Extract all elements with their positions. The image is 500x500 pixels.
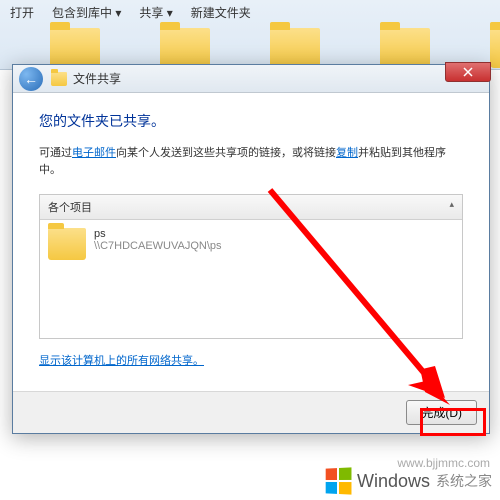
collapse-icon: ▴ — [449, 199, 454, 215]
close-icon — [463, 67, 473, 77]
dialog-body: 您的文件夹已共享。 可通过电子邮件向某个人发送到这些共享项的链接，或将链接复制并… — [13, 93, 489, 379]
background-folders — [50, 28, 500, 68]
items-header[interactable]: 各个项目 ▴ — [40, 195, 462, 220]
list-item[interactable]: ps \\C7HDCAEWUVAJQN\ps — [40, 220, 462, 268]
close-button[interactable] — [445, 62, 491, 82]
dialog-title: 文件共享 — [73, 70, 121, 87]
item-text: ps \\C7HDCAEWUVAJQN\ps — [94, 228, 222, 252]
folder-icon — [270, 28, 320, 68]
done-button[interactable]: 完成(D) — [406, 400, 477, 425]
watermark: Windows 系统之家 — [325, 468, 492, 494]
toolbar-share[interactable]: 共享 ▾ — [139, 4, 172, 21]
folder-icon — [160, 28, 210, 68]
toolbar-newfolder[interactable]: 新建文件夹 — [191, 4, 251, 21]
file-sharing-dialog: ← 文件共享 您的文件夹已共享。 可通过电子邮件向某个人发送到这些共享项的链接，… — [12, 64, 490, 434]
bottom-link-row: 显示该计算机上的所有网络共享。 — [39, 351, 463, 369]
watermark-brand: Windows — [357, 471, 430, 492]
folder-icon — [48, 228, 86, 260]
items-header-label: 各个项目 — [48, 199, 92, 215]
copy-link[interactable]: 复制 — [336, 147, 358, 159]
desc-text: 可通过 — [39, 147, 72, 159]
dialog-description: 可通过电子邮件向某个人发送到这些共享项的链接，或将链接复制并粘贴到其他程序中。 — [39, 145, 463, 178]
explorer-toolbar: 打开 包含到库中 ▾ 共享 ▾ 新建文件夹 — [0, 0, 500, 25]
explorer-background: 打开 包含到库中 ▾ 共享 ▾ 新建文件夹 — [0, 0, 500, 70]
items-listbox: 各个项目 ▴ ps \\C7HDCAEWUVAJQN\ps — [39, 194, 463, 339]
item-name: ps — [94, 228, 222, 240]
folder-icon — [490, 28, 500, 68]
folder-icon — [380, 28, 430, 68]
folder-icon — [51, 72, 67, 86]
dialog-titlebar: ← 文件共享 — [13, 65, 489, 93]
back-button[interactable]: ← — [19, 67, 43, 91]
toolbar-open[interactable]: 打开 — [10, 4, 34, 21]
item-path: \\C7HDCAEWUVAJQN\ps — [94, 240, 222, 252]
dialog-footer: 完成(D) — [13, 391, 489, 433]
back-arrow-icon: ← — [24, 71, 38, 87]
toolbar-include[interactable]: 包含到库中 ▾ — [52, 4, 121, 21]
folder-icon — [50, 28, 100, 68]
windows-logo-icon — [326, 467, 352, 494]
email-link[interactable]: 电子邮件 — [72, 147, 116, 159]
dialog-heading: 您的文件夹已共享。 — [39, 111, 463, 131]
show-all-shares-link[interactable]: 显示该计算机上的所有网络共享。 — [39, 355, 204, 367]
desc-text: 向某个人发送到这些共享项的链接，或将链接 — [116, 147, 336, 159]
watermark-sub: 系统之家 — [436, 471, 492, 491]
